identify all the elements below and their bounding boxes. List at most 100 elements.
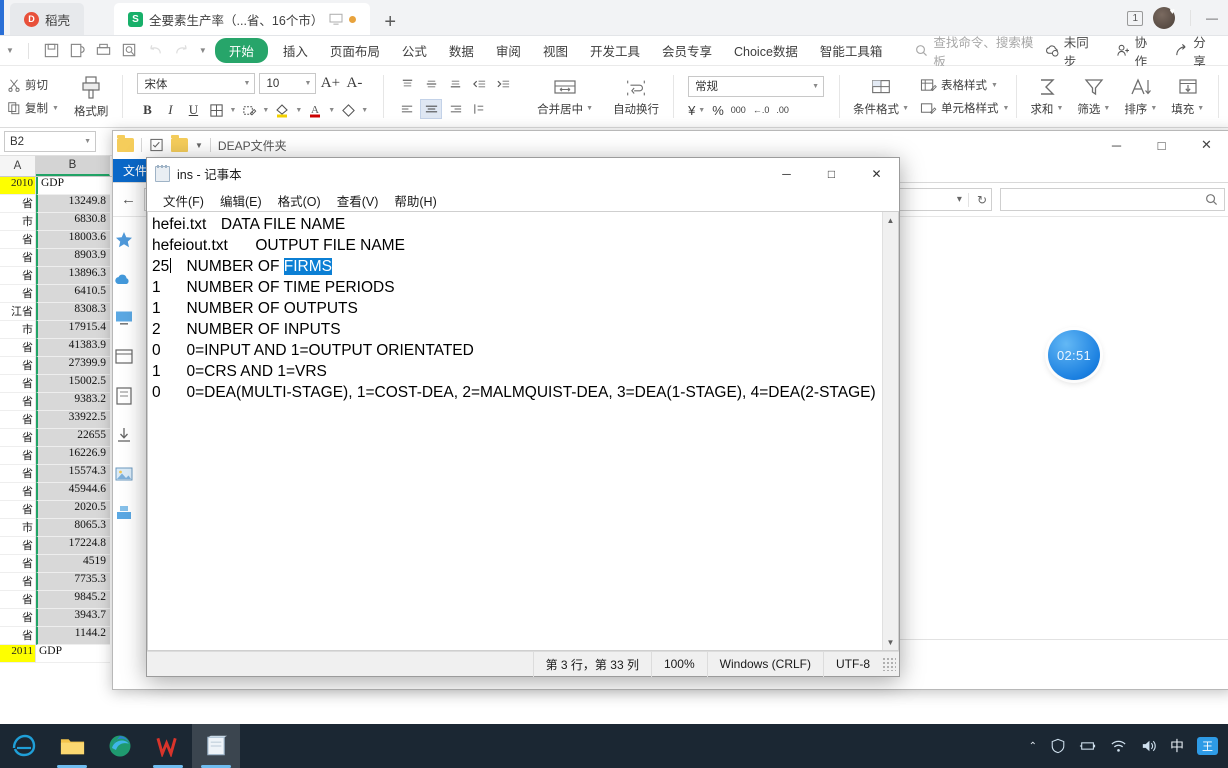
- cell-b[interactable]: 6410.5: [36, 285, 110, 303]
- notepad-menu-file[interactable]: 文件(F): [155, 189, 212, 212]
- explorer-search-input[interactable]: [1000, 188, 1225, 211]
- table-row[interactable]: 省 15574.3: [0, 465, 110, 483]
- menu-item-choice-data[interactable]: Choice数据: [723, 38, 809, 63]
- wifi-icon[interactable]: [1110, 738, 1127, 754]
- table-row[interactable]: 省 17224.8: [0, 537, 110, 555]
- redo-icon[interactable]: [173, 42, 190, 59]
- chevron-down-icon[interactable]: ▼: [902, 105, 909, 112]
- table-row[interactable]: 省 3943.7: [0, 609, 110, 627]
- share-button[interactable]: 分享: [1174, 32, 1218, 70]
- table-row[interactable]: 市 8065.3: [0, 519, 110, 537]
- undo-icon[interactable]: [147, 42, 164, 59]
- italic-button[interactable]: I: [160, 100, 180, 120]
- new-folder-icon[interactable]: [171, 135, 188, 152]
- explorer-title-bar[interactable]: ▼ DEAP文件夹 ─ □ ✕: [113, 131, 1228, 159]
- align-left-button[interactable]: [396, 99, 418, 119]
- cell-a[interactable]: 市: [0, 321, 36, 339]
- network-icon[interactable]: [113, 503, 135, 523]
- cell-b[interactable]: 9383.2: [36, 393, 110, 411]
- notepad-scrollbar[interactable]: ▲ ▼: [882, 212, 898, 650]
- decrease-decimal-button[interactable]: .00: [776, 105, 789, 115]
- chevron-down-icon[interactable]: ▾: [957, 194, 962, 205]
- pictures-icon[interactable]: [113, 464, 135, 484]
- cell-b[interactable]: 17915.4: [36, 321, 110, 339]
- notepad-close-button[interactable]: ✕: [854, 158, 899, 189]
- collaborate-button[interactable]: 协作: [1116, 32, 1160, 70]
- taskbar-item-wps[interactable]: [144, 724, 192, 768]
- table-row[interactable]: 省 1144.2: [0, 627, 110, 645]
- notepad-menu-format[interactable]: 格式(O): [270, 189, 329, 212]
- doc-tab-spreadsheet[interactable]: S 全要素生产率（...省、16个市）: [114, 3, 371, 35]
- table-row[interactable]: 省 45944.6: [0, 483, 110, 501]
- scroll-down-icon[interactable]: ▼: [883, 634, 898, 650]
- chevron-down-icon[interactable]: ▼: [262, 107, 269, 114]
- chevron-down-icon[interactable]: ▼: [1056, 105, 1063, 112]
- cell-a[interactable]: 省: [0, 537, 36, 555]
- cell-b[interactable]: 13896.3: [36, 267, 110, 285]
- volume-icon[interactable]: [1140, 738, 1157, 754]
- cell-a[interactable]: 省: [0, 501, 36, 519]
- back-button[interactable]: ←: [121, 191, 136, 208]
- cell-style-button[interactable]: 单元格样式 ▼: [920, 100, 1009, 116]
- cell-b[interactable]: 8065.3: [36, 519, 110, 537]
- save-icon[interactable]: [43, 42, 60, 59]
- cut-button[interactable]: 剪切: [7, 77, 59, 93]
- downloads-icon[interactable]: [113, 425, 135, 445]
- menu-item-formulas[interactable]: 公式: [391, 38, 438, 63]
- copy-button[interactable]: 复制 ▼: [7, 100, 59, 116]
- cell-b[interactable]: 1144.2: [36, 627, 110, 645]
- align-center-button[interactable]: [420, 99, 443, 119]
- menu-item-home[interactable]: 开始: [214, 38, 268, 63]
- cell-a[interactable]: 省: [0, 249, 36, 267]
- bold-button[interactable]: B: [137, 100, 157, 120]
- table-row[interactable]: 市 6830.8: [0, 213, 110, 231]
- table-row[interactable]: 2010 GDP: [0, 177, 110, 195]
- notepad-menu-help[interactable]: 帮助(H): [386, 189, 444, 212]
- cell-b[interactable]: 22655: [36, 429, 110, 447]
- align-right-button[interactable]: [444, 99, 466, 119]
- cell-a[interactable]: 市: [0, 519, 36, 537]
- chevron-down-icon[interactable]: ▼: [361, 107, 368, 114]
- font-color-button[interactable]: A: [305, 100, 325, 120]
- desktop-icon[interactable]: [113, 347, 135, 367]
- notepad-menu-view[interactable]: 查看(V): [329, 189, 387, 212]
- sort-button[interactable]: 排序 ▼: [1117, 77, 1164, 117]
- menu-item-member[interactable]: 会员专享: [651, 38, 723, 63]
- notepad-text-area[interactable]: hefei.txt DATA FILE NAME hefeiout.txt OUT…: [147, 211, 899, 651]
- table-row[interactable]: 省 16226.9: [0, 447, 110, 465]
- table-row[interactable]: 省 41383.9: [0, 339, 110, 357]
- increase-decimal-button[interactable]: ←.0: [753, 105, 770, 115]
- chevron-down-icon[interactable]: ▼: [52, 105, 59, 112]
- table-row[interactable]: 省 27399.9: [0, 357, 110, 375]
- menu-item-developer[interactable]: 开发工具: [579, 38, 651, 63]
- print-icon[interactable]: [95, 42, 112, 59]
- cell-a[interactable]: 省: [0, 627, 36, 645]
- chevron-down-icon[interactable]: ▼: [1103, 105, 1110, 112]
- notepad-menu-edit[interactable]: 编辑(E): [212, 189, 270, 212]
- cell-b[interactable]: 17224.8: [36, 537, 110, 555]
- chevron-down-icon[interactable]: ▼: [6, 46, 14, 55]
- save-as-icon[interactable]: [69, 42, 86, 59]
- menu-item-data[interactable]: 数据: [438, 38, 485, 63]
- table-row[interactable]: 省 4519: [0, 555, 110, 573]
- table-row[interactable]: 省 7735.3: [0, 573, 110, 591]
- column-header-a[interactable]: A: [0, 156, 36, 176]
- clear-format-button[interactable]: [338, 100, 358, 120]
- cell-a[interactable]: 省: [0, 267, 36, 285]
- taskbar-item-notepad[interactable]: [192, 724, 240, 768]
- table-row[interactable]: 省 13896.3: [0, 267, 110, 285]
- increase-font-size-button[interactable]: A+: [320, 74, 340, 94]
- floating-clock-widget[interactable]: 02:51: [1048, 330, 1100, 380]
- conditional-format-button[interactable]: 条件格式 ▼: [846, 77, 916, 117]
- taskbar-item-edge[interactable]: [96, 724, 144, 768]
- notepad-title-bar[interactable]: ins - 记事本 ─ □ ✕: [147, 158, 899, 189]
- command-search[interactable]: 查找命令、搜索模板: [915, 32, 1044, 70]
- percent-button[interactable]: %: [712, 103, 724, 118]
- cell-a[interactable]: 省: [0, 555, 36, 573]
- window-minimize-button[interactable]: —: [1206, 11, 1218, 25]
- cell-a[interactable]: 2010: [0, 177, 36, 195]
- notepad-minimize-button[interactable]: ─: [764, 158, 809, 189]
- table-row[interactable]: 省 15002.5: [0, 375, 110, 393]
- wrap-text-button[interactable]: 自动换行: [606, 77, 666, 117]
- format-painter-button[interactable]: 格式刷: [67, 75, 116, 119]
